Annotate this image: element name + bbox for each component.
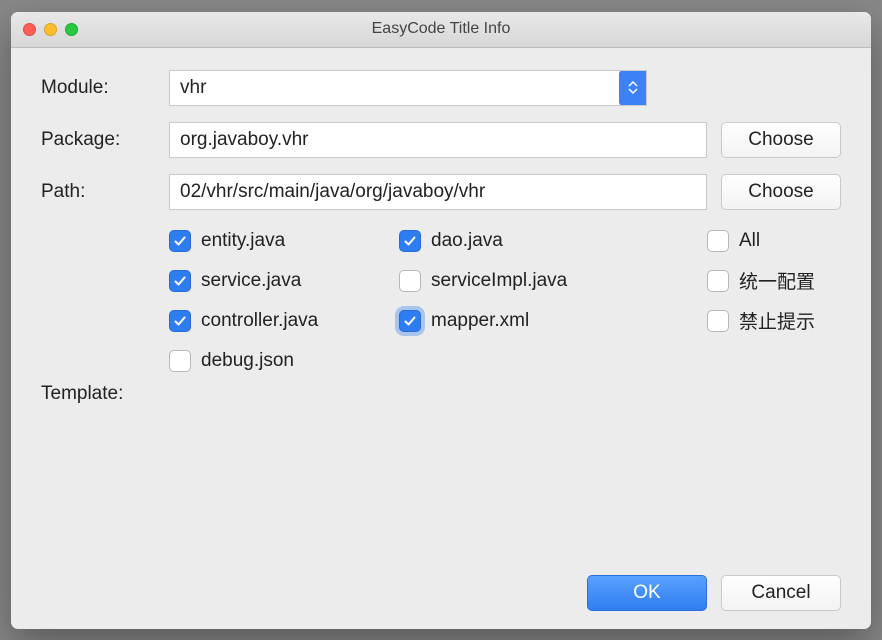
template-checkbox-label: serviceImpl.java	[431, 270, 567, 292]
template-checkboxes: entity.java service.java controller.java de…	[169, 226, 693, 563]
package-label: Package:	[41, 129, 169, 151]
cancel-button[interactable]: Cancel	[721, 575, 841, 611]
window-controls	[23, 23, 78, 36]
option-checkbox-item[interactable]: 禁止提示	[707, 306, 841, 336]
template-checkbox-item[interactable]: mapper.xml	[399, 306, 619, 336]
option-checkbox-label: All	[739, 230, 760, 252]
template-checkbox-item[interactable]: dao.java	[399, 226, 619, 256]
checkbox-icon	[399, 310, 421, 332]
module-value: vhr	[180, 77, 619, 99]
checkbox-icon	[399, 270, 421, 292]
checkbox-icon	[399, 230, 421, 252]
template-checkbox-item[interactable]: service.java	[169, 266, 389, 296]
combobox-arrow-icon	[619, 70, 647, 106]
path-input[interactable]: 02/vhr/src/main/java/org/javaboy/vhr	[169, 174, 707, 210]
checkbox-icon	[707, 230, 729, 252]
template-checkbox-label: entity.java	[201, 230, 285, 252]
option-checkbox-item[interactable]: All	[707, 226, 841, 256]
titlebar: EasyCode Title Info	[11, 12, 871, 48]
window-title: EasyCode Title Info	[11, 20, 871, 38]
choose-package-button[interactable]: Choose	[721, 122, 841, 158]
close-window-button[interactable]	[23, 23, 36, 36]
module-row: Module: vhr	[41, 70, 841, 106]
template-checkbox-label: service.java	[201, 270, 301, 292]
template-options: All 统一配置禁止提示	[707, 226, 841, 563]
template-checkbox-label: controller.java	[201, 310, 318, 332]
template-checkbox-item[interactable]: serviceImpl.java	[399, 266, 619, 296]
checkbox-icon	[169, 310, 191, 332]
path-row: Path: 02/vhr/src/main/java/org/javaboy/v…	[41, 174, 841, 210]
package-row: Package: org.javaboy.vhr Choose	[41, 122, 841, 158]
choose-path-button[interactable]: Choose	[721, 174, 841, 210]
template-checkbox-item[interactable]: debug.json	[169, 346, 389, 376]
minimize-window-button[interactable]	[44, 23, 57, 36]
ok-button[interactable]: OK	[587, 575, 707, 611]
path-value: 02/vhr/src/main/java/org/javaboy/vhr	[180, 181, 485, 203]
package-value: org.javaboy.vhr	[180, 129, 309, 151]
option-checkbox-label: 统一配置	[739, 267, 815, 294]
zoom-window-button[interactable]	[65, 23, 78, 36]
template-checkbox-label: mapper.xml	[431, 310, 529, 332]
template-checkbox-label: debug.json	[201, 350, 294, 372]
path-label: Path:	[41, 181, 169, 203]
module-combobox[interactable]: vhr	[169, 70, 647, 106]
template-checkbox-item[interactable]: controller.java	[169, 306, 389, 336]
template-label: Template:	[41, 383, 169, 405]
checkbox-icon	[707, 270, 729, 292]
checkbox-icon	[169, 230, 191, 252]
checkbox-icon	[707, 310, 729, 332]
template-row: Template: entity.java service.java control…	[41, 226, 841, 563]
package-input[interactable]: org.javaboy.vhr	[169, 122, 707, 158]
option-checkbox-label: 禁止提示	[739, 307, 815, 334]
template-checkbox-label: dao.java	[431, 230, 503, 252]
checkbox-icon	[169, 350, 191, 372]
dialog-content: Module: vhr Package: org.javaboy.vhr Cho…	[11, 48, 871, 629]
template-checkbox-item[interactable]: entity.java	[169, 226, 389, 256]
option-checkbox-item[interactable]: 统一配置	[707, 266, 841, 296]
dialog-window: EasyCode Title Info Module: vhr Package:…	[11, 12, 871, 629]
checkbox-icon	[169, 270, 191, 292]
module-label: Module:	[41, 77, 169, 99]
dialog-footer: OK Cancel	[41, 563, 841, 611]
